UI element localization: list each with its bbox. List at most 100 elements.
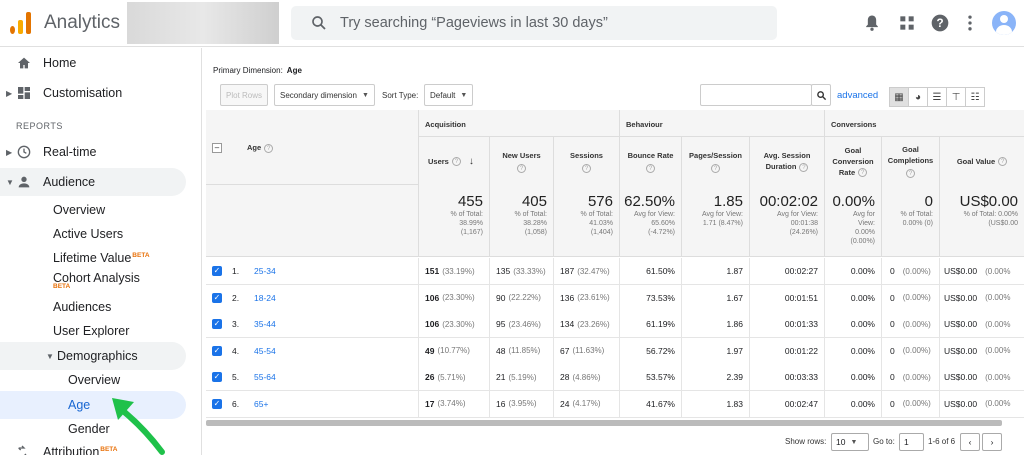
sidebar-item-demo-overview[interactable]: Overview <box>0 366 200 394</box>
sidebar-item-customisation[interactable]: ▶ Customisation <box>0 79 200 107</box>
prev-page-button[interactable]: ‹ <box>960 433 980 451</box>
total-sub: (1,167) <box>460 229 483 236</box>
help-icon[interactable]: ? <box>451 156 461 166</box>
pivot-view-icon[interactable]: ☷ <box>965 87 985 107</box>
total-value: 0 <box>924 193 933 210</box>
sidebar-item-home[interactable]: Home <box>0 49 200 77</box>
more-vert-icon[interactable] <box>960 13 980 33</box>
age-column-header[interactable]: Age? <box>247 143 274 153</box>
goal-value-column-header[interactable]: Goal Value? <box>939 137 1024 185</box>
table-search-button[interactable] <box>811 84 831 106</box>
advanced-link[interactable]: advanced <box>837 90 878 101</box>
avatar[interactable] <box>992 11 1016 35</box>
table-cell: 2.39 <box>681 364 749 390</box>
analytics-logo-icon[interactable] <box>10 12 32 34</box>
sessions-column-header[interactable]: Sessions? <box>553 137 619 185</box>
row-checkbox[interactable]: ✓ <box>212 319 222 329</box>
account-selector[interactable] <box>127 2 279 44</box>
sessions-column-label: Sessions <box>570 150 603 160</box>
new-users-value: 21 <box>496 372 506 382</box>
table-row[interactable]: ✓ 6. 65+ 17 (3.74%) 16 (3.95%) 24 (4.17%) 41.67… <box>206 390 1024 418</box>
table-row[interactable]: ✓ 1. 25-34 151 (33.19%) 135 (33.33%) 187 (32.4… <box>206 258 1024 285</box>
goto-input[interactable]: 1 <box>899 433 924 451</box>
sidebar-item-audience[interactable]: ▼ Audience <box>0 168 186 196</box>
sort-type-dropdown[interactable]: Default ▼ <box>424 84 474 106</box>
row-checkbox[interactable]: ✓ <box>212 266 222 276</box>
table-search-input[interactable] <box>700 84 812 106</box>
primary-dimension-value[interactable]: Age <box>287 66 302 75</box>
help-icon[interactable]: ? <box>858 168 868 178</box>
bell-icon[interactable] <box>862 13 882 33</box>
total-sub: Avg for View: <box>702 211 743 218</box>
table-cell: 00:02:47 <box>749 390 824 417</box>
row-checkbox[interactable]: ✓ <box>212 292 222 303</box>
help-icon[interactable]: ? <box>582 163 591 173</box>
performance-view-icon[interactable]: ☰ <box>927 87 947 107</box>
pages-session-column-header[interactable]: Pages/Session? <box>681 137 749 185</box>
search-bar[interactable]: Try searching “Pageviews in last 30 days… <box>291 6 777 40</box>
help-icon[interactable]: ? <box>930 13 950 33</box>
table-cell: 95 (23.46%) <box>489 311 553 337</box>
table-row[interactable]: ✓ 5. 55-64 26 (5.71%) 21 (5.19%) 28 (4.86%) 53.… <box>206 364 1024 391</box>
sidebar-item-realtime[interactable]: ▶ Real-time <box>0 138 200 166</box>
row-checkbox[interactable]: ✓ <box>212 398 222 409</box>
pie-view-icon[interactable]: ◕ <box>908 87 928 107</box>
total-value: 62.50% <box>624 193 675 210</box>
secondary-dimension-dropdown[interactable]: Secondary dimension ▼ <box>274 84 375 106</box>
table-row[interactable]: ✓ 3. 35-44 106 (23.30%) 95 (23.46%) 134 (23.26… <box>206 311 1024 338</box>
sidebar-item-label: Gender <box>68 422 110 436</box>
goal-conversion-rate-column-header[interactable]: Goal Conversion Rate? <box>824 137 881 185</box>
age-link[interactable]: 35-44 <box>254 319 276 329</box>
new-users-column-header[interactable]: New Users? <box>489 137 553 185</box>
help-icon[interactable]: ? <box>906 169 915 178</box>
row-index: 5. <box>232 372 240 382</box>
age-link[interactable]: 45-54 <box>254 346 276 356</box>
age-link[interactable]: 18-24 <box>254 293 276 303</box>
comparison-view-icon[interactable]: ⊤ <box>946 87 966 107</box>
new-users-pct: (11.85%) <box>508 346 541 355</box>
age-link[interactable]: 25-34 <box>254 266 276 276</box>
total-users: 455% of Total: 38.99% (1,167) <box>418 185 489 257</box>
row-checkbox[interactable]: ✓ <box>212 345 222 356</box>
sidebar-item-user-explorer[interactable]: User Explorer <box>0 317 200 345</box>
caret-down-icon: ▼ <box>6 177 14 187</box>
sidebar-item-attribution[interactable]: AttributionBETA <box>0 438 200 455</box>
next-page-button[interactable]: › <box>982 433 1002 451</box>
table-cell: 1.97 <box>681 337 749 364</box>
users-column-header[interactable]: Users? ↓ <box>418 137 489 185</box>
help-icon[interactable]: ? <box>799 162 809 172</box>
age-link[interactable]: 55-64 <box>254 372 276 382</box>
goal-completions-pct: (0.00%) <box>902 293 931 302</box>
table-view-icon[interactable]: ▦ <box>889 87 909 107</box>
apps-grid-icon[interactable] <box>897 13 917 33</box>
avg-session-duration-column-header[interactable]: Avg. Session Duration? <box>749 137 824 185</box>
search-placeholder[interactable]: Try searching “Pageviews in last 30 days… <box>340 15 608 31</box>
table-row[interactable]: ✓ 2. 18-24 106 (23.30%) 90 (22.22%) 136 (23.61… <box>206 284 1024 312</box>
show-rows-select[interactable]: 10 ▼ <box>831 433 869 451</box>
sidebar-item-cohort-analysis[interactable]: Cohort Analysis <box>0 264 200 292</box>
beta-badge: BETA <box>53 283 71 290</box>
sidebar-item-label: Overview <box>53 203 106 217</box>
goal-value-pct: (0.00% <box>985 346 1011 355</box>
help-icon[interactable]: ? <box>711 163 720 173</box>
goal-completions-column-header[interactable]: Goal Completions? <box>881 137 939 185</box>
help-icon[interactable]: ? <box>998 156 1008 166</box>
total-value: 0.00% <box>832 193 875 210</box>
sessions-pct: (11.63%) <box>572 346 605 355</box>
age-link[interactable]: 65+ <box>254 399 268 409</box>
new-users-pct: (3.95%) <box>508 399 537 408</box>
person-icon <box>18 176 30 188</box>
row-checkbox[interactable]: ✓ <box>212 372 222 382</box>
help-icon[interactable]: ? <box>264 143 274 153</box>
plot-rows-button[interactable]: Plot Rows <box>220 84 269 106</box>
help-icon[interactable]: ? <box>517 163 526 173</box>
horizontal-scrollbar[interactable] <box>206 420 1002 426</box>
bounce-rate-column-header[interactable]: Bounce Rate? <box>619 137 681 185</box>
select-all-checkbox[interactable]: – <box>212 143 222 153</box>
row-index: 4. <box>232 345 240 356</box>
goal-comp-label-2: Completions <box>887 156 934 165</box>
sidebar-item-label: Home <box>43 56 77 70</box>
table-cell: 00:01:51 <box>749 284 824 311</box>
table-row[interactable]: ✓ 4. 45-54 49 (10.77%) 48 (11.85%) 67 (11.63%)… <box>206 337 1024 365</box>
help-icon[interactable]: ? <box>646 163 655 173</box>
